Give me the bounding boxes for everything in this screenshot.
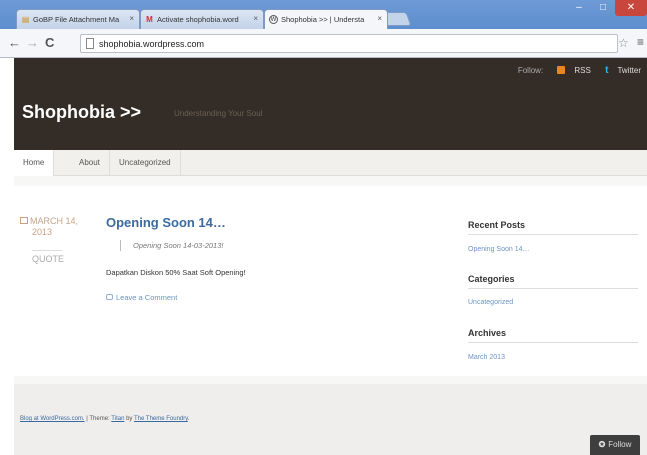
follow-button[interactable]: ✪ Follow — [590, 435, 640, 455]
theme-author-link[interactable]: The Theme Foundry — [134, 416, 188, 422]
reload-icon[interactable]: C — [45, 36, 54, 50]
site-description: Understanding Your Soul — [174, 109, 263, 118]
url-text: shophobia.wordpress.com — [99, 39, 205, 49]
follow-label: Follow: — [517, 66, 544, 75]
site-header: Follow: RSS t Twitter Shophobia >> Unders… — [14, 58, 647, 150]
rss-link[interactable]: RSS — [551, 66, 591, 75]
nav-item-home[interactable]: Home — [14, 150, 55, 176]
archives-title: Archives — [468, 328, 638, 343]
wordpress-icon: ✪ — [598, 440, 606, 449]
file-icon: ▤ — [21, 15, 30, 24]
browser-toolbar: ← → C shophobia.wordpress.com ☆ ≡ — [0, 29, 647, 58]
theme-link[interactable]: Titan — [111, 416, 124, 422]
back-arrow-icon[interactable]: ← — [8, 36, 21, 50]
page-icon — [86, 38, 94, 49]
tab-label: Shophobia >> | Understa — [281, 15, 365, 24]
minimize-button[interactable]: – — [567, 0, 591, 16]
site-footer: Blog at WordPress.com. | Theme: Titan by… — [14, 384, 647, 455]
bookmark-star-icon[interactable]: ☆ — [618, 36, 629, 50]
nav-item-uncategorized[interactable]: Uncategorized — [110, 150, 181, 176]
menu-icon[interactable]: ≡ — [637, 35, 644, 49]
tab-close-icon[interactable]: × — [377, 14, 382, 23]
tab-shophobia[interactable]: W Shophobia >> | Understa × — [264, 9, 388, 29]
main-nav: Home About Uncategorized — [14, 150, 647, 176]
content-panel: MARCH 14, 2013 QUOTE Opening Soon 14… Op… — [14, 186, 647, 376]
wordpress-icon: W — [269, 15, 278, 24]
post-category[interactable]: QUOTE — [32, 250, 64, 264]
address-bar[interactable]: shophobia.wordpress.com — [80, 34, 618, 53]
forward-arrow-icon[interactable]: → — [26, 36, 39, 50]
tab-close-icon[interactable]: × — [129, 14, 134, 23]
leave-comment-link[interactable]: Leave a Comment — [106, 293, 177, 302]
category-link[interactable]: Uncategorized — [468, 299, 513, 306]
comment-icon — [106, 294, 113, 300]
content-area: MARCH 14, 2013 QUOTE Opening Soon 14… Op… — [14, 176, 647, 384]
recent-posts-title: Recent Posts — [468, 220, 638, 235]
tab-close-icon[interactable]: × — [253, 14, 258, 23]
archive-link[interactable]: March 2013 — [468, 354, 505, 361]
wordpress-link[interactable]: Blog at WordPress.com. — [20, 416, 85, 422]
recent-post-link[interactable]: Opening Soon 14… — [468, 246, 530, 253]
maximize-button[interactable]: □ — [591, 0, 615, 16]
tab-label: GoBP File Attachment Ma — [33, 15, 120, 24]
categories-title: Categories — [468, 274, 638, 289]
gmail-icon: M — [146, 15, 153, 24]
browser-chrome: ▤ GoBP File Attachment Ma × M Activate s… — [0, 0, 647, 58]
site-title[interactable]: Shophobia >> — [22, 102, 141, 123]
tab-gobp[interactable]: ▤ GoBP File Attachment Ma × — [16, 9, 140, 29]
calendar-icon — [20, 217, 28, 224]
twitter-link[interactable]: t Twitter — [599, 65, 641, 76]
close-window-button[interactable]: ✕ — [615, 0, 647, 16]
tab-label: Activate shophobia.word — [157, 15, 239, 24]
post-title[interactable]: Opening Soon 14… — [106, 215, 226, 230]
post-excerpt: Dapatkan Diskon 50% Saat Soft Opening! — [106, 268, 246, 277]
nav-item-about[interactable]: About — [70, 150, 110, 176]
rss-icon — [557, 66, 566, 74]
post-quote: Opening Soon 14-03-2013! — [120, 240, 224, 251]
footer-credits: Blog at WordPress.com. | Theme: Titan by… — [20, 416, 190, 422]
twitter-icon: t — [605, 65, 609, 76]
post-date[interactable]: MARCH 14, 2013 — [20, 216, 78, 238]
tab-activate[interactable]: M Activate shophobia.word × — [140, 9, 264, 29]
follow-links: Follow: RSS t Twitter — [512, 65, 641, 76]
